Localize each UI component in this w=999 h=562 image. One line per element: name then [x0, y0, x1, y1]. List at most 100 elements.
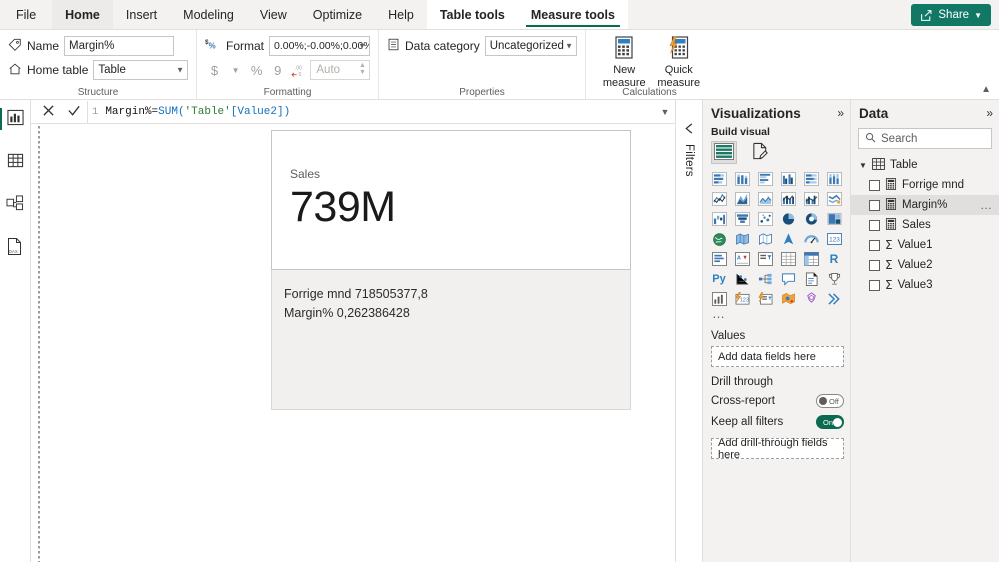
new-measure-button[interactable]: New measure: [598, 34, 651, 89]
field-more-options-icon[interactable]: …: [980, 199, 993, 211]
power-automate-icon[interactable]: [754, 290, 776, 308]
data-field-sales[interactable]: Sales: [851, 215, 999, 235]
line-stacked-column-chart-icon[interactable]: [777, 190, 799, 208]
ribbon-tab-modeling[interactable]: Modeling: [170, 0, 247, 29]
data-tree-table-node[interactable]: ▼ Table: [851, 155, 999, 175]
field-checkbox[interactable]: [869, 259, 880, 271]
more-visuals-button[interactable]: …: [703, 307, 850, 322]
percent-button[interactable]: %: [247, 60, 266, 80]
field-checkbox[interactable]: [869, 219, 880, 231]
ribbon-tab-view[interactable]: View: [247, 0, 300, 29]
scatter-chart-icon[interactable]: [754, 210, 776, 228]
multi-row-card-icon[interactable]: [708, 250, 730, 268]
data-field-value3[interactable]: Σ Value3: [851, 275, 999, 295]
matrix-icon[interactable]: [800, 250, 822, 268]
thousands-separator-button[interactable]: 9: [268, 60, 287, 80]
tab-format-visual[interactable]: [747, 141, 773, 164]
measure-name-input[interactable]: [64, 36, 175, 56]
line-chart-icon[interactable]: [708, 190, 730, 208]
treemap-icon[interactable]: [823, 210, 845, 228]
clustered-bar-chart-icon[interactable]: [754, 170, 776, 188]
clustered-column-chart-icon[interactable]: [777, 170, 799, 188]
share-button[interactable]: Share ▼: [911, 4, 991, 26]
rail-item-data-view[interactable]: [2, 149, 28, 175]
narrative-icon[interactable]: [800, 270, 822, 288]
chiclet-slicer-icon[interactable]: [823, 290, 845, 308]
collapse-ribbon-button[interactable]: ▲: [981, 84, 991, 95]
currency-dropdown-button[interactable]: ▼: [226, 60, 245, 80]
ribbon-tab-file[interactable]: File: [0, 0, 52, 29]
rail-item-model-view[interactable]: [2, 192, 28, 218]
kpi-icon[interactable]: A: [731, 250, 753, 268]
data-search-box[interactable]: Search: [858, 128, 992, 149]
field-checkbox[interactable]: [869, 239, 880, 251]
data-field-forrige-mnd[interactable]: Forrige mnd: [851, 175, 999, 195]
line-clustered-column-chart-icon[interactable]: [800, 190, 822, 208]
decimal-places-stepper[interactable]: Auto ▲ ▼: [310, 60, 370, 80]
quick-measure-button[interactable]: Quick measure: [653, 34, 706, 89]
stacked-area-chart-icon[interactable]: [754, 190, 776, 208]
ribbon-tab-table-tools[interactable]: Table tools: [426, 0, 518, 29]
commit-formula-button[interactable]: [61, 101, 87, 123]
report-canvas[interactable]: Sales 739M Forrige mnd 718505377,8 Margi…: [31, 124, 675, 562]
collapse-data-pane-icon[interactable]: »: [986, 106, 993, 120]
100-stacked-column-chart-icon[interactable]: [823, 170, 845, 188]
keep-all-filters-toggle[interactable]: On: [816, 415, 844, 429]
data-field-value2[interactable]: Σ Value2: [851, 255, 999, 275]
field-checkbox[interactable]: [869, 199, 880, 211]
filled-map-icon[interactable]: [731, 230, 753, 248]
rail-item-report-view[interactable]: [0, 106, 28, 132]
values-well-dropzone[interactable]: Add data fields here: [711, 346, 844, 367]
ribbon-tab-home[interactable]: Home: [52, 0, 113, 29]
rail-item-dax-query-view[interactable]: DAX: [2, 235, 28, 261]
chevron-down-icon[interactable]: ▼: [859, 161, 867, 170]
key-influencers-icon[interactable]: [731, 270, 753, 288]
expand-formula-bar-button[interactable]: ▼: [655, 107, 675, 117]
metrics-icon[interactable]: [823, 270, 845, 288]
expand-filters-icon[interactable]: [683, 122, 696, 138]
scorecard-icon[interactable]: [800, 290, 822, 308]
gauge-icon[interactable]: [800, 230, 822, 248]
data-field-value1[interactable]: Σ Value1: [851, 235, 999, 255]
funnel-chart-icon[interactable]: [731, 210, 753, 228]
r-script-visual-icon[interactable]: R: [823, 250, 845, 268]
field-checkbox[interactable]: [869, 279, 880, 291]
power-apps-icon[interactable]: 123: [731, 290, 753, 308]
cross-report-toggle[interactable]: Off: [816, 394, 844, 408]
ribbon-tab-optimize[interactable]: Optimize: [300, 0, 375, 29]
shape-map-icon[interactable]: [754, 230, 776, 248]
card-icon[interactable]: 123: [823, 230, 845, 248]
field-checkbox[interactable]: [869, 179, 880, 191]
dax-formula-input[interactable]: 1 Margin% = SUM( 'Table' [Value2] ): [87, 100, 655, 123]
data-field-margin-percent[interactable]: Margin% …: [851, 195, 999, 215]
cancel-formula-button[interactable]: [35, 101, 61, 123]
stacked-bar-chart-icon[interactable]: [708, 170, 730, 188]
ribbon-tab-insert[interactable]: Insert: [113, 0, 170, 29]
drill-through-dropzone[interactable]: Add drill-through fields here: [711, 437, 844, 461]
decomposition-tree-icon[interactable]: [754, 270, 776, 288]
waterfall-chart-icon[interactable]: [708, 210, 730, 228]
home-table-select[interactable]: Table ▼: [93, 60, 188, 80]
collapse-visualizations-icon[interactable]: »: [837, 106, 844, 120]
donut-chart-icon[interactable]: [800, 210, 822, 228]
azure-map-icon[interactable]: [777, 230, 799, 248]
slicer-icon[interactable]: [754, 250, 776, 268]
100-stacked-bar-chart-icon[interactable]: [800, 170, 822, 188]
decrease-decimals-icon[interactable]: .00 0: [289, 60, 308, 80]
qa-visual-icon[interactable]: [777, 270, 799, 288]
tooltip-visual[interactable]: Forrige mnd 718505377,8 Margin% 0,262386…: [271, 270, 631, 410]
card-visual[interactable]: Sales 739M: [271, 130, 631, 270]
python-visual-icon[interactable]: Py: [708, 270, 730, 288]
ribbon-chart-icon[interactable]: [823, 190, 845, 208]
ribbon-tab-measure-tools[interactable]: Measure tools: [517, 0, 628, 29]
pie-chart-icon[interactable]: [777, 210, 799, 228]
tab-build-visual[interactable]: [711, 141, 737, 164]
currency-button[interactable]: $: [205, 60, 224, 80]
stacked-column-chart-icon[interactable]: [731, 170, 753, 188]
area-chart-icon[interactable]: [731, 190, 753, 208]
map-icon[interactable]: [708, 230, 730, 248]
table-icon[interactable]: [777, 250, 799, 268]
filters-pane-collapsed[interactable]: Filters: [675, 100, 702, 562]
data-category-select[interactable]: Uncategorized ▼: [484, 36, 577, 56]
format-select[interactable]: 0.00%;-0.00%;0.00% ▼: [269, 36, 370, 56]
